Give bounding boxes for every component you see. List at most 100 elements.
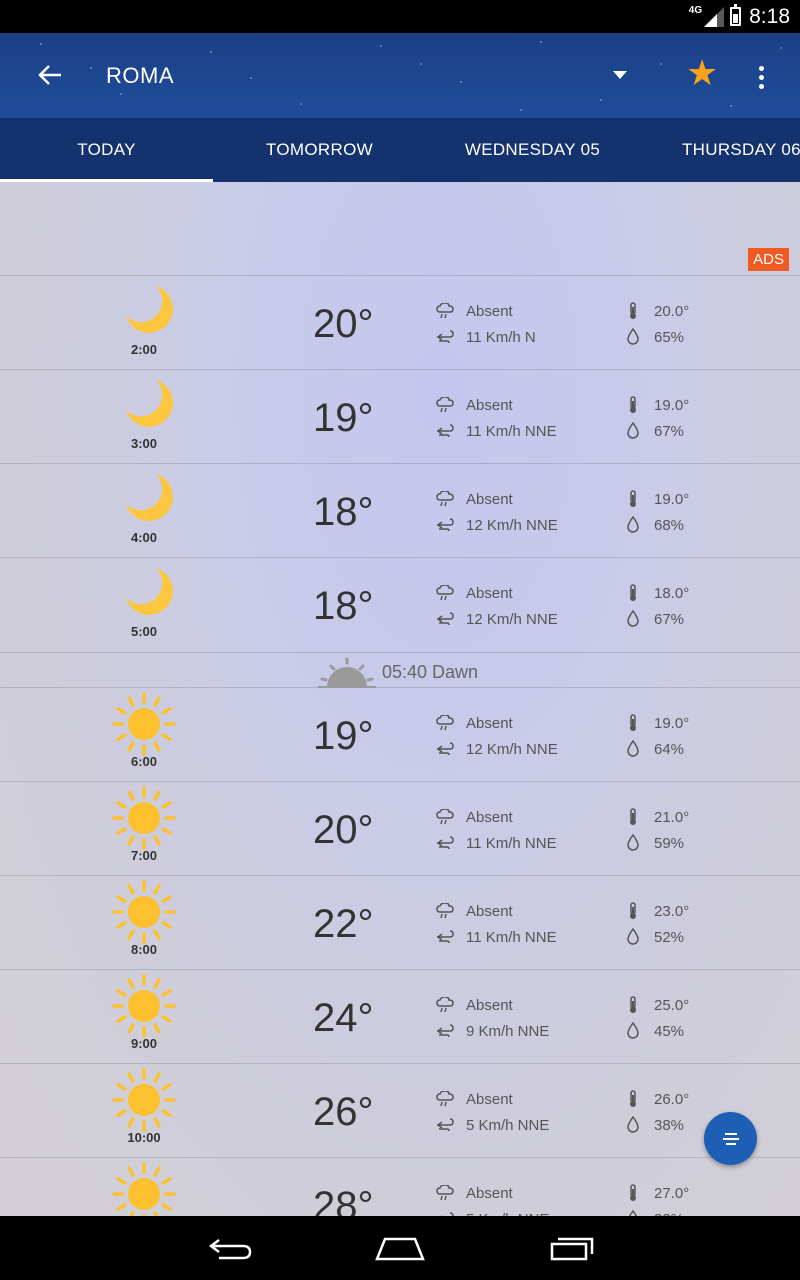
- wind-icon: [436, 424, 454, 438]
- hour-temperature: 20°: [313, 302, 374, 346]
- humidity-drop-icon: [627, 328, 639, 345]
- hour-row[interactable]: 8:00 22° Absent 11 Km/h NNE 23.0° 52%: [0, 875, 800, 969]
- recents-nav-icon: [550, 1237, 594, 1261]
- hour-feels-like: 27.0°: [654, 1185, 690, 1202]
- home-nav-icon: [375, 1237, 425, 1261]
- hour-feels-like: 25.0°: [654, 997, 690, 1014]
- favorite-star-icon[interactable]: ★: [686, 55, 718, 91]
- humidity-drop-icon: [627, 1116, 639, 1133]
- thermometer-icon: [630, 490, 636, 507]
- wind-icon: [436, 330, 454, 344]
- tab-thursday[interactable]: THURSDAY 06: [682, 118, 800, 182]
- hour-row[interactable]: 5:00 18° Absent 12 Km/h NNE 18.0° 67%: [0, 557, 800, 651]
- overflow-menu-button[interactable]: [746, 57, 776, 97]
- thermometer-icon: [630, 1184, 636, 1201]
- precipitation-icon: [436, 715, 454, 731]
- wind-icon: [436, 1118, 454, 1132]
- moon-icon: [126, 474, 173, 521]
- hour-row[interactable]: 11:0028°Absent5 Km/h NNE27.0°33%: [0, 1157, 800, 1216]
- hour-row[interactable]: 3:00 19° Absent 11 Km/h NNE 19.0° 67%: [0, 369, 800, 463]
- hour-wind: 12 Km/h NNE: [466, 611, 558, 628]
- battery-icon: [730, 4, 742, 26]
- humidity-drop-icon: [627, 740, 639, 757]
- tab-today[interactable]: TODAY: [0, 118, 213, 182]
- network-type: 4G: [688, 5, 703, 16]
- hour-feels-like: 19.0°: [654, 715, 690, 732]
- hour-row[interactable]: 7:00 20° Absent 11 Km/h NNE 21.0° 59%: [0, 781, 800, 875]
- arrow-left-icon: [38, 65, 61, 85]
- hour-precipitation: Absent: [466, 303, 513, 320]
- hour-temperature: 18°: [313, 490, 374, 534]
- humidity-drop-icon: [627, 1022, 639, 1039]
- hour-humidity: 65%: [654, 329, 685, 346]
- precipitation-icon: [436, 303, 454, 319]
- hour-row[interactable]: 9:00 24° Absent 9 Km/h NNE 25.0° 45%: [0, 969, 800, 1063]
- nav-recents-button[interactable]: [542, 1230, 602, 1266]
- tab-wednesday[interactable]: WEDNESDAY 05: [426, 118, 639, 182]
- precipitation-icon: [436, 585, 454, 601]
- hour-wind: 5 Km/h NNE: [466, 1117, 550, 1134]
- app-toolbar: ROMA ★: [0, 33, 800, 118]
- hour-precipitation: Absent: [466, 585, 513, 602]
- hour-time: 4:00: [130, 530, 158, 545]
- filter-fab-button[interactable]: [704, 1112, 757, 1165]
- hour-wind: 12 Km/h NNE: [466, 741, 558, 758]
- hour-time: 3:00: [130, 436, 158, 451]
- system-nav-bar: [0, 1216, 800, 1280]
- moon-icon: [126, 286, 173, 333]
- thermometer-icon: [630, 714, 636, 731]
- status-time: 8:18: [749, 4, 790, 28]
- precipitation-icon: [436, 397, 454, 413]
- hour-row[interactable]: 2:00 20° Absent 11 Km/h N 20.0° 65%: [0, 275, 800, 369]
- sunrise-icon: [318, 657, 376, 688]
- wind-icon: [436, 742, 454, 756]
- hour-precipitation: Absent: [466, 809, 513, 826]
- back-nav-icon: [208, 1239, 252, 1260]
- hour-humidity: 67%: [654, 611, 685, 628]
- hour-wind: 11 Km/h N: [466, 329, 536, 346]
- nav-home-button[interactable]: [370, 1230, 430, 1266]
- nav-back-button[interactable]: [200, 1230, 260, 1266]
- hour-wind: 12 Km/h NNE: [466, 517, 558, 534]
- city-title[interactable]: ROMA: [106, 63, 174, 89]
- hour-feels-like: 19.0°: [654, 397, 690, 414]
- hour-precipitation: Absent: [466, 715, 513, 732]
- tab-tomorrow[interactable]: TOMORROW: [213, 118, 426, 182]
- hourly-forecast-list[interactable]: ADS 2:00 20° Absent 11 Km/h N 20.0° 65% 3:00 19…: [0, 182, 800, 1216]
- thermometer-icon: [630, 902, 636, 919]
- hour-precipitation: Absent: [466, 1091, 513, 1108]
- hour-feels-like: 23.0°: [654, 903, 690, 920]
- hour-feels-like: 26.0°: [654, 1091, 690, 1108]
- hour-precipitation: Absent: [466, 997, 513, 1014]
- sun-icon: [112, 786, 176, 850]
- moon-icon: [126, 380, 173, 427]
- dawn-label: 05:40 Dawn: [382, 662, 479, 682]
- hour-feels-like: 21.0°: [654, 809, 690, 826]
- hour-precipitation: Absent: [466, 397, 513, 414]
- hour-wind: 11 Km/h NNE: [466, 929, 557, 946]
- signal-icon: [704, 6, 725, 27]
- thermometer-icon: [630, 1090, 636, 1107]
- ads-badge[interactable]: ADS: [748, 248, 789, 271]
- city-dropdown-icon[interactable]: [613, 71, 627, 79]
- thermometer-icon: [630, 396, 636, 413]
- hour-temperature: 20°: [313, 808, 374, 852]
- hour-temperature: 28°: [313, 1184, 374, 1216]
- humidity-drop-icon: [627, 928, 639, 945]
- hour-humidity: 64%: [654, 741, 685, 758]
- back-button[interactable]: [30, 55, 70, 95]
- moon-icon: [126, 568, 173, 615]
- hour-temperature: 26°: [313, 1090, 374, 1134]
- hour-row[interactable]: 4:00 18° Absent 12 Km/h NNE 19.0° 68%: [0, 463, 800, 557]
- sun-icon: [112, 1162, 176, 1216]
- hour-wind: 11 Km/h NNE: [466, 423, 557, 440]
- hour-wind: 9 Km/h NNE: [466, 1023, 550, 1040]
- hour-temperature: 18°: [313, 584, 374, 628]
- hour-time: 5:00: [130, 624, 158, 639]
- hour-time: 8:00: [130, 942, 158, 957]
- hour-row[interactable]: 6:00 19° Absent 12 Km/h NNE 19.0° 64%: [0, 687, 800, 781]
- precipitation-icon: [436, 903, 454, 919]
- hour-row[interactable]: 10:00 26° Absent 5 Km/h NNE 26.0° 38%: [0, 1063, 800, 1157]
- thermometer-icon: [630, 996, 636, 1013]
- precipitation-icon: [436, 491, 454, 507]
